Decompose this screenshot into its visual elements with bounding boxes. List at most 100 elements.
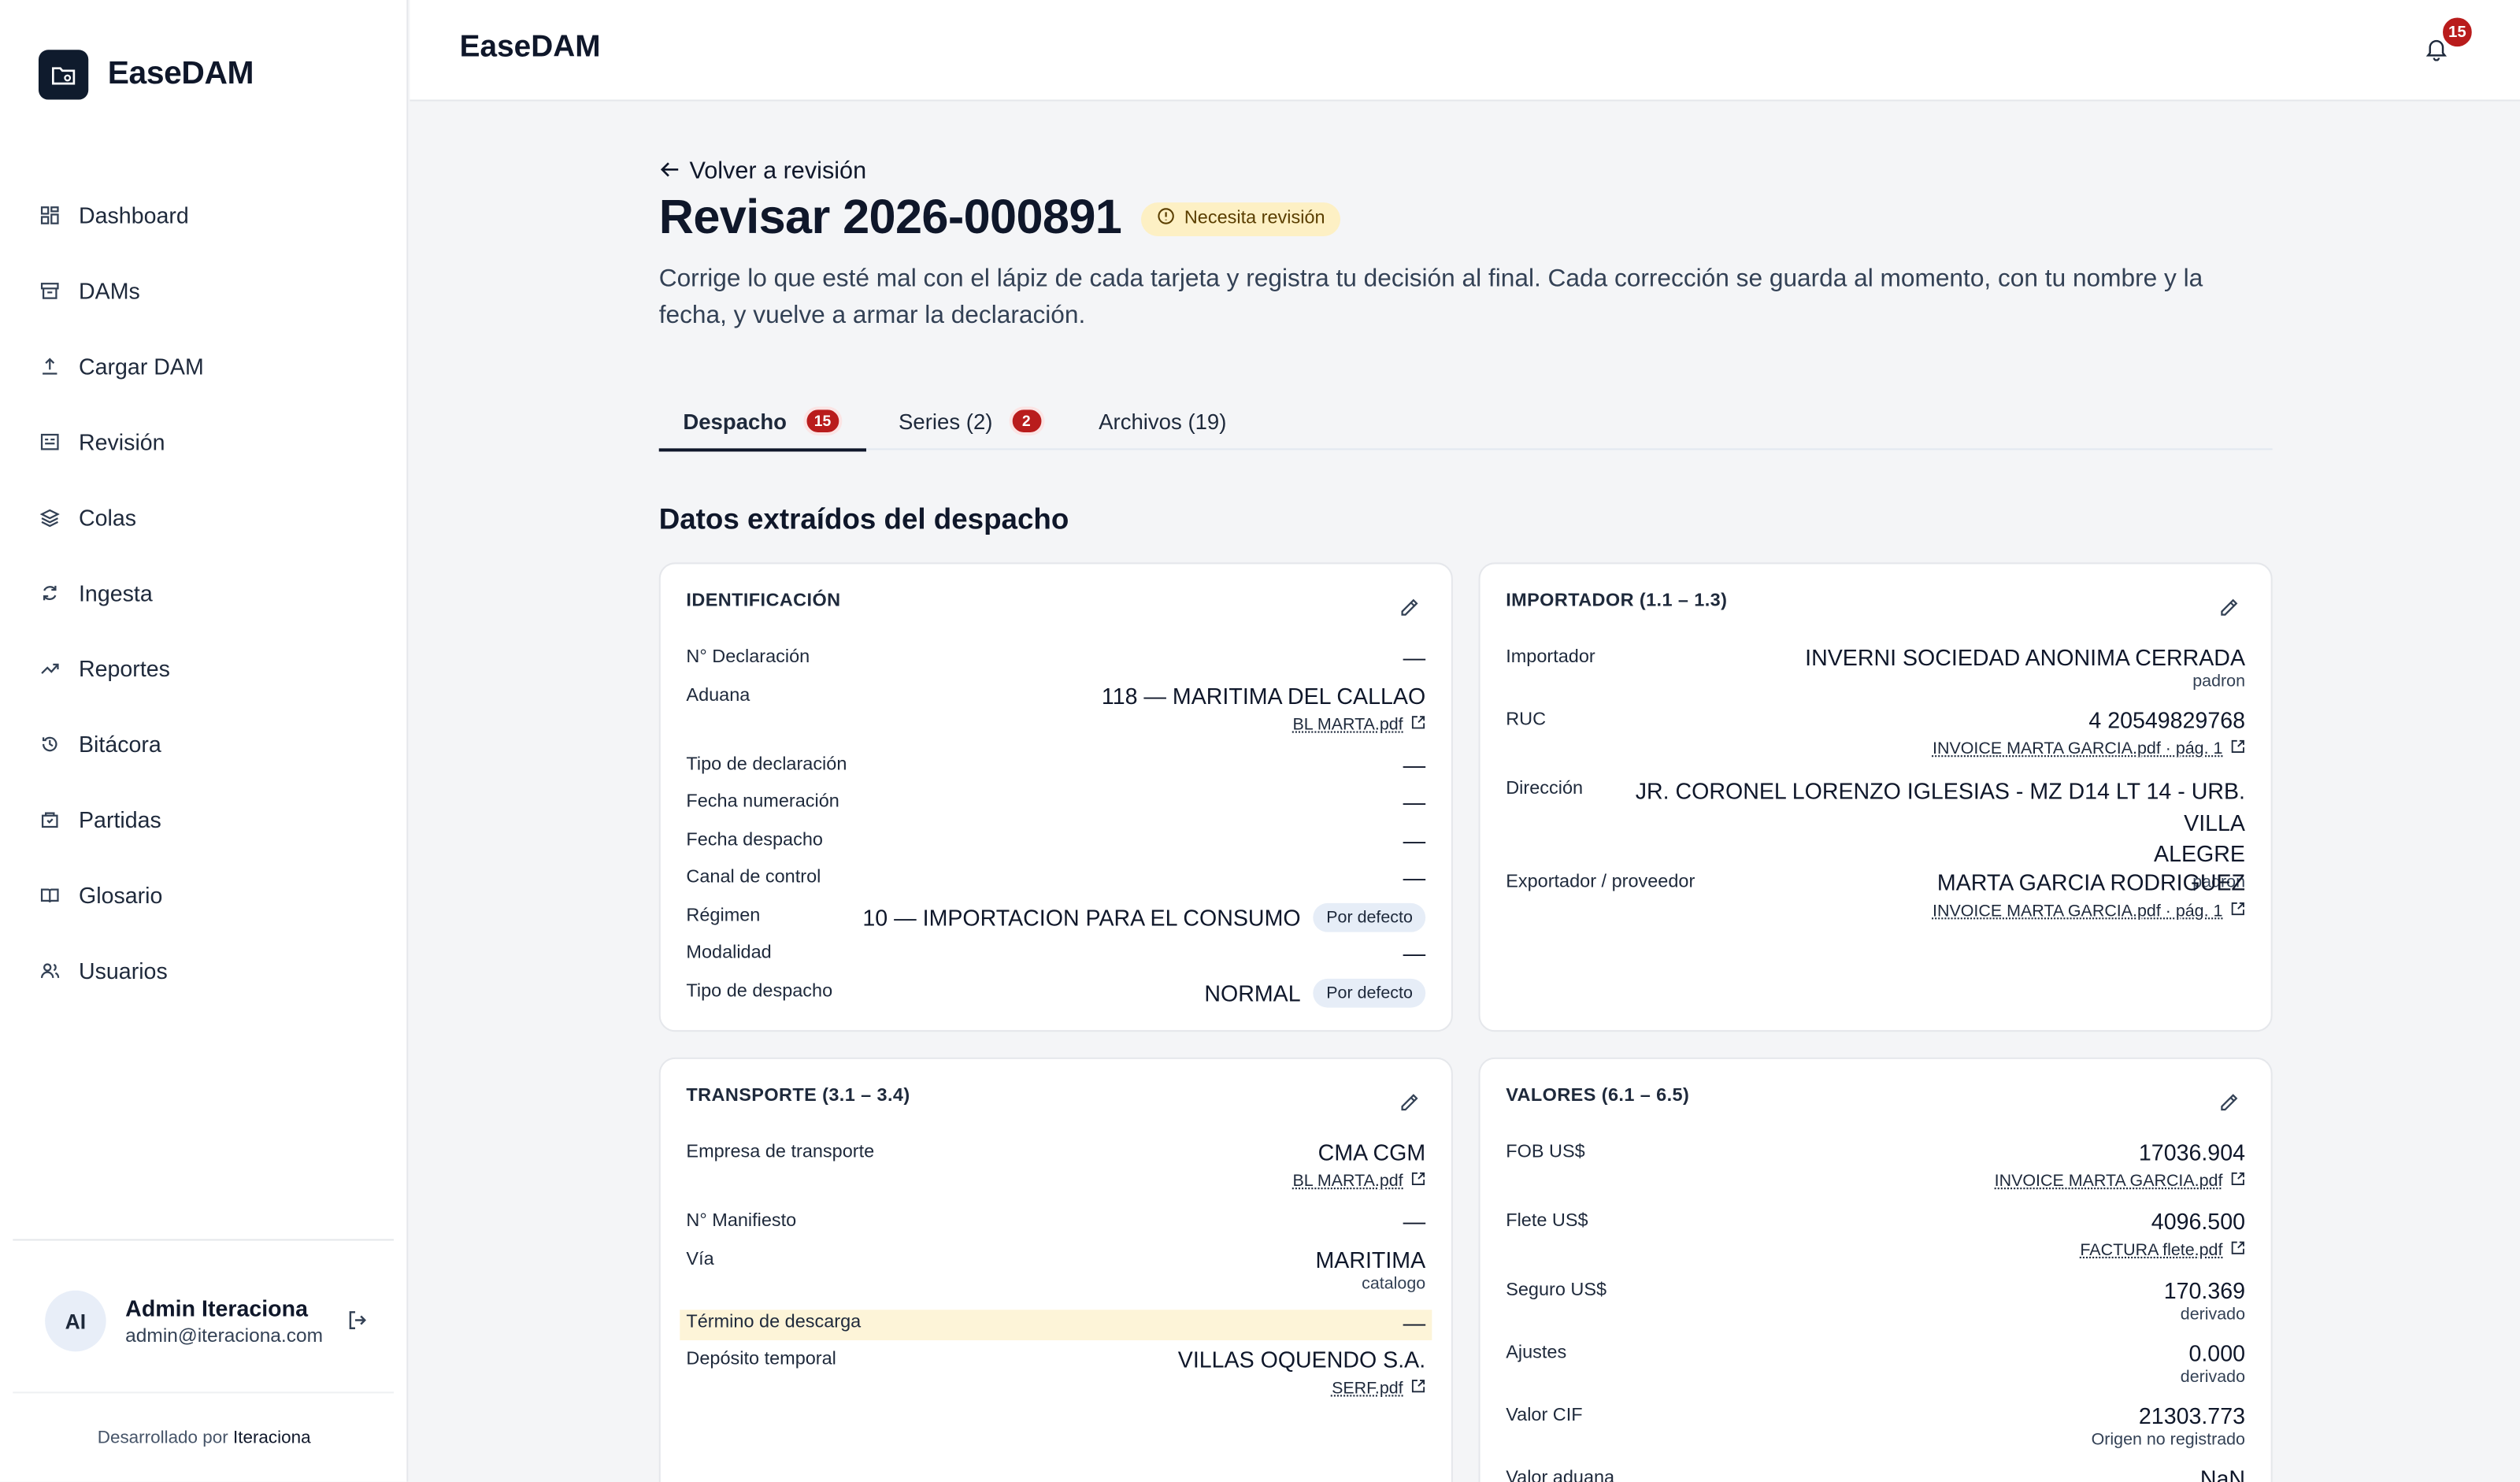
sidebar-divider <box>13 1391 394 1394</box>
field-label: Tipo de despacho <box>686 980 833 1001</box>
field-value: 4 20549829768 <box>2088 706 2245 733</box>
field-label: Vía <box>686 1249 714 1269</box>
field-label: Depósito temporal <box>686 1349 836 1369</box>
status-badge: Necesita revisión <box>1140 202 1341 235</box>
source-tag: derivado <box>2180 1367 2245 1388</box>
source-link-label: FACTURA flete.pdf <box>2080 1240 2223 1260</box>
default-chip: Por defecto <box>1313 902 1426 932</box>
tab-series[interactable]: Series (2) 2 <box>899 392 1044 450</box>
tab-count-badge: 15 <box>802 406 843 436</box>
field-row: Tipo de despacho NORMAL Por defecto <box>686 977 1426 1016</box>
alert-circle-icon <box>1157 207 1174 230</box>
field-value: 10 — IMPORTACION PARA EL CONSUMO <box>862 903 1301 930</box>
field-value: — <box>1403 789 1426 815</box>
field-value: MARITIMA <box>1315 1246 1426 1273</box>
field-label: Ajustes <box>1506 1343 1567 1363</box>
sidebar-item-usuarios[interactable]: Usuarios <box>39 932 376 1008</box>
external-link-icon <box>2231 1172 2245 1191</box>
archive-icon <box>39 279 61 302</box>
source-link[interactable]: SERF.pdf <box>1332 1378 1425 1397</box>
source-link[interactable]: INVOICE MARTA GARCIA.pdf <box>1995 1172 2245 1191</box>
upload-icon <box>39 354 61 377</box>
field-value: 17036.904 <box>2138 1139 2245 1165</box>
field-value: — <box>1403 644 1426 671</box>
users-icon <box>39 958 61 981</box>
sidebar-item-dams[interactable]: DAMs <box>39 252 376 328</box>
history-icon <box>39 732 61 755</box>
header-title: EaseDAM <box>459 30 601 65</box>
field-value: 4096.500 <box>2151 1208 2245 1235</box>
field-label: Tipo de declaración <box>686 754 847 774</box>
external-link-icon <box>1411 1378 1425 1397</box>
sidebar-item-bitacora[interactable]: Bitácora <box>39 706 376 781</box>
source-link[interactable]: INVOICE MARTA GARCIA.pdf · pág. 1 <box>1933 739 2245 758</box>
source-tag: padron <box>2192 672 2245 691</box>
pencil-icon[interactable] <box>1400 1091 1419 1121</box>
sidebar-item-cargar-dam[interactable]: Cargar DAM <box>39 328 376 403</box>
tab-archivos[interactable]: Archivos (19) <box>1099 392 1226 450</box>
field-value: — <box>1403 751 1426 777</box>
package-icon <box>39 808 61 831</box>
sidebar-item-ingesta[interactable]: Ingesta <box>39 554 376 630</box>
refresh-icon <box>39 581 61 604</box>
field-row: Flete US$ 4096.500 FACTURA flete.pdf <box>1506 1209 2245 1278</box>
sidebar-item-label: Glosario <box>78 881 163 908</box>
field-label: Flete US$ <box>1506 1211 1588 1232</box>
sidebar-item-colas[interactable]: Colas <box>39 479 376 554</box>
source-link[interactable]: BL MARTA.pdf <box>1292 1172 1425 1191</box>
user-name: Admin Iteraciona <box>125 1295 309 1321</box>
external-link-icon <box>2231 902 2245 921</box>
page-title: Revisar 2026-000891 <box>658 191 1122 245</box>
external-link-icon <box>1411 714 1425 733</box>
field-label: Fecha despacho <box>686 830 823 850</box>
field-label: Empresa de transporte <box>686 1143 875 1162</box>
field-value: 0.000 <box>2188 1340 2245 1366</box>
back-link[interactable]: Volver a revisión <box>659 153 2273 188</box>
source-link[interactable]: INVOICE MARTA GARCIA.pdf · pág. 1 <box>1933 902 2245 921</box>
pencil-icon[interactable] <box>2219 596 2238 625</box>
avatar: AI <box>45 1290 106 1352</box>
sidebar-item-glosario[interactable]: Glosario <box>39 857 376 932</box>
credit-link[interactable]: Iteraciona <box>233 1428 311 1447</box>
review-icon <box>39 430 61 453</box>
field-value: 170.369 <box>2163 1277 2245 1304</box>
card-title: TRANSPORTE (3.1 – 3.4) <box>686 1086 910 1106</box>
brand[interactable]: EaseDAM <box>38 50 254 100</box>
sidebar-item-partidas[interactable]: Partidas <box>39 781 376 857</box>
field-value-cont: ALEGRE <box>2154 840 2245 866</box>
tab-despacho[interactable]: Despacho 15 <box>658 392 867 452</box>
field-value: — <box>1403 1208 1426 1235</box>
field-row: Vía MARITIMA catalogo <box>686 1247 1425 1310</box>
field-value: CMA CGM <box>1317 1139 1426 1165</box>
field-row: Aduana 118 — MARITIMA DEL CALLAO BL MART… <box>686 682 1425 751</box>
source-link[interactable]: FACTURA flete.pdf <box>2080 1240 2245 1260</box>
field-row: Valor CIF 21303.773 Origen no registrado <box>1506 1403 2245 1466</box>
sidebar-item-dashboard[interactable]: Dashboard <box>39 176 376 252</box>
sidebar-item-revision[interactable]: Revisión <box>39 403 376 479</box>
sidebar-item-label: Partidas <box>78 806 161 832</box>
field-row: Valor aduana NaN <box>1506 1465 2245 1482</box>
pencil-icon[interactable] <box>2219 1091 2238 1121</box>
source-link-label: INVOICE MARTA GARCIA.pdf <box>1994 1171 2223 1191</box>
card-title: VALORES (6.1 – 6.5) <box>1506 1086 1690 1106</box>
field-label: N° Declaración <box>686 647 810 667</box>
source-link-label: BL MARTA.pdf <box>1292 714 1403 734</box>
page-description: Corrige lo que esté mal con el lápiz de … <box>658 265 2203 330</box>
sidebar-divider <box>13 1239 394 1241</box>
sidebar-item-reportes[interactable]: Reportes <box>39 630 376 706</box>
tab-count-badge: 2 <box>1008 406 1044 436</box>
card-title: IDENTIFICACIÓN <box>686 591 841 611</box>
source-link[interactable]: BL MARTA.pdf <box>1292 714 1425 734</box>
pencil-icon[interactable] <box>1400 596 1419 625</box>
source-tag: derivado <box>2180 1305 2245 1325</box>
source-tag: Origen no registrado <box>2091 1430 2245 1450</box>
sidebar: EaseDAM Dashboard DAMs Cargar DAM Revisi… <box>0 0 409 1482</box>
external-link-icon <box>1411 1172 1425 1191</box>
field-value: JR. CORONEL LORENZO IGLESIAS - MZ D14 LT… <box>1635 777 2245 835</box>
logout-icon[interactable] <box>347 1310 369 1339</box>
field-label: Valor CIF <box>1506 1406 1583 1426</box>
dashboard-icon <box>39 203 61 226</box>
tab-label: Despacho <box>683 409 788 433</box>
sidebar-item-label: Reportes <box>78 654 170 681</box>
field-value: NaN <box>2199 1465 2245 1482</box>
